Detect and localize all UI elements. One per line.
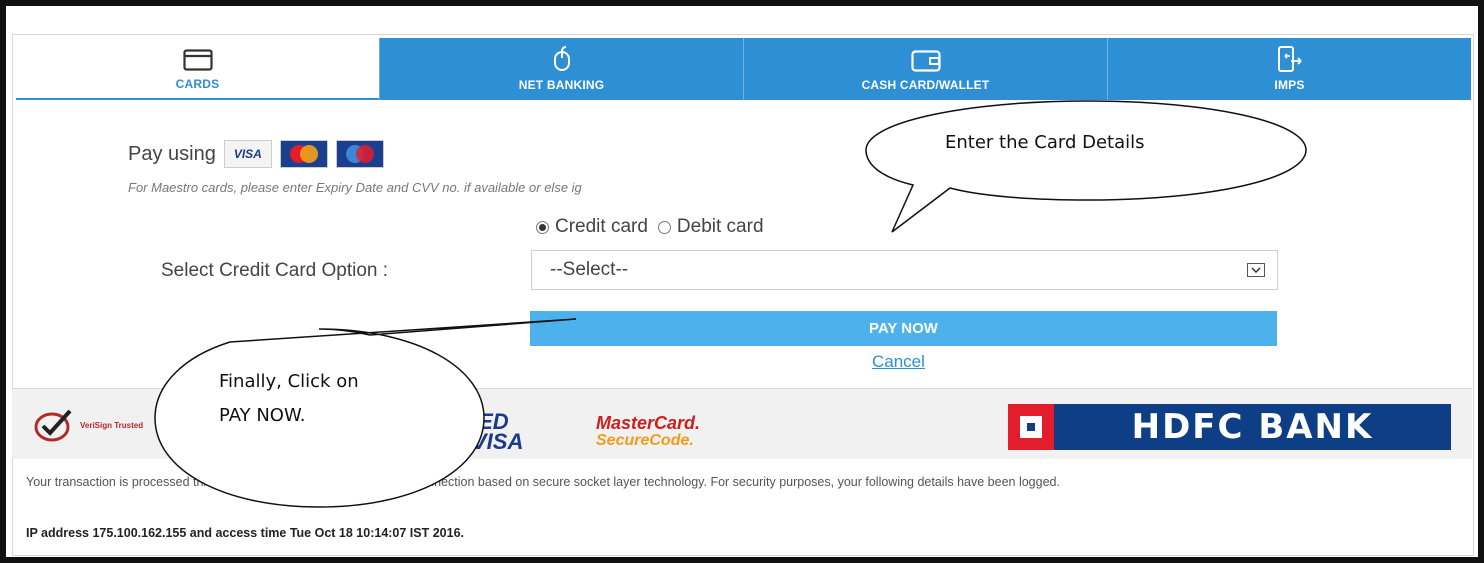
callout-bottom-text: Finally, Click on PAY NOW. xyxy=(219,365,359,433)
callout-bottom-line2: PAY NOW. xyxy=(219,405,306,426)
callout-bottom-line1: Finally, Click on xyxy=(219,371,359,392)
callout-top-bubble xyxy=(865,100,1307,233)
callout-top-text: Enter the Card Details xyxy=(945,132,1145,153)
callout-bubbles xyxy=(154,100,1307,508)
